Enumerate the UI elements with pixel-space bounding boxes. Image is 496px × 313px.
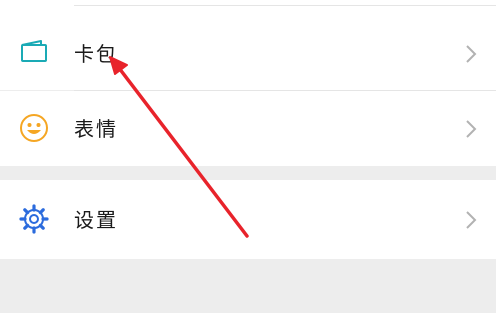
chevron-right-icon [466,120,477,138]
menu-item-stickers[interactable]: 表情 [0,91,496,166]
chevron-right-icon [466,45,477,63]
gear-icon [19,204,49,234]
menu-item-label: 表情 [74,117,118,141]
chevron-right-icon [466,211,477,229]
smiley-face-icon [20,114,48,142]
card-wallet-icon [21,40,47,62]
menu-item-label: 卡包 [74,42,118,66]
menu-item-label: 设置 [74,208,118,232]
menu-item-card-wallet[interactable]: 卡包 [0,6,496,90]
menu-item-settings[interactable]: 设置 [0,180,496,259]
